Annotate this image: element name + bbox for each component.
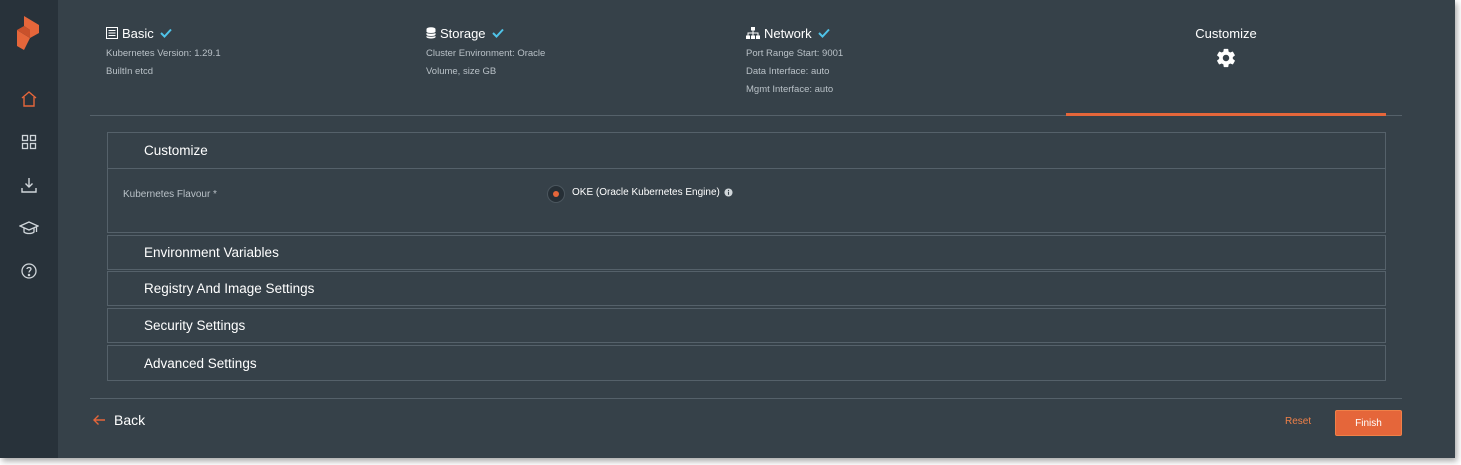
step-network-info: Data Interface: auto xyxy=(746,66,830,77)
reset-button[interactable]: Reset xyxy=(1285,416,1311,427)
home-icon[interactable] xyxy=(18,88,40,110)
step-network-title: Network xyxy=(764,25,812,41)
step-network-info: Mgmt Interface: auto xyxy=(746,84,834,95)
info-icon[interactable] xyxy=(724,188,733,197)
step-customize[interactable]: Customize xyxy=(1066,0,1386,116)
finish-button-label: Finish xyxy=(1355,417,1382,429)
app-logo xyxy=(17,16,39,50)
section-title: Security Settings xyxy=(144,318,246,333)
arrow-left-icon xyxy=(93,415,105,425)
oke-radio-option[interactable]: OKE (Oracle Kubernetes Engine) xyxy=(572,187,733,198)
help-circle-icon[interactable] xyxy=(18,260,40,282)
kubernetes-flavour-label: Kubernetes Flavour * xyxy=(123,189,217,200)
radio-selected-dot xyxy=(553,191,559,197)
oke-radio[interactable] xyxy=(547,185,565,203)
customize-panel: Customize Kubernetes Flavour * OKE (Orac… xyxy=(107,132,1386,233)
app-window: Basic Kubernetes Version: 1.29.1 BuiltIn… xyxy=(0,0,1455,458)
check-icon xyxy=(160,28,172,38)
list-icon xyxy=(106,27,118,39)
section-advanced-settings[interactable]: Advanced Settings xyxy=(107,345,1386,381)
step-storage-title: Storage xyxy=(440,25,486,41)
section-title: Advanced Settings xyxy=(144,355,257,371)
footer-divider xyxy=(90,398,1402,399)
step-basic-info: Kubernetes Version: 1.29.1 xyxy=(106,48,221,59)
customize-panel-title: Customize xyxy=(144,143,208,158)
download-icon[interactable] xyxy=(18,174,40,196)
step-network[interactable]: Network Port Range Start: 9001 Data Inte… xyxy=(746,24,843,99)
graduation-cap-icon[interactable] xyxy=(18,217,40,239)
step-basic-info: BuiltIn etcd xyxy=(106,66,153,77)
check-icon xyxy=(817,28,830,38)
customize-panel-header[interactable]: Customize xyxy=(108,133,1385,168)
sidebar xyxy=(0,0,58,458)
wizard-steps: Basic Kubernetes Version: 1.29.1 BuiltIn… xyxy=(90,0,1402,116)
step-network-info: Port Range Start: 9001 xyxy=(746,48,844,59)
section-security-settings[interactable]: Security Settings xyxy=(107,308,1386,343)
back-button-label: Back xyxy=(114,412,146,428)
customize-panel-body: Kubernetes Flavour * OKE (Oracle Kuberne… xyxy=(108,168,1385,232)
gear-icon xyxy=(1217,48,1235,68)
apps-grid-icon[interactable] xyxy=(18,131,40,153)
step-storage-info: Volume, size GB xyxy=(426,66,497,77)
network-icon xyxy=(746,27,760,39)
step-storage[interactable]: Storage Cluster Environment: Oracle Volu… xyxy=(426,24,545,81)
section-title: Environment Variables xyxy=(144,245,279,260)
finish-button[interactable]: Finish xyxy=(1335,410,1402,436)
step-basic-title: Basic xyxy=(122,25,154,41)
step-basic[interactable]: Basic Kubernetes Version: 1.29.1 BuiltIn… xyxy=(106,24,221,81)
back-button[interactable]: Back xyxy=(92,412,145,428)
check-icon xyxy=(491,28,504,38)
section-title: Registry And Image Settings xyxy=(144,281,315,296)
step-storage-info: Cluster Environment: Oracle xyxy=(426,48,546,59)
section-environment-variables[interactable]: Environment Variables xyxy=(107,235,1386,270)
database-icon xyxy=(426,27,436,39)
section-registry-image-settings[interactable]: Registry And Image Settings xyxy=(107,271,1386,306)
step-customize-title: Customize xyxy=(1195,25,1257,41)
oke-radio-label: OKE (Oracle Kubernetes Engine) xyxy=(572,187,720,198)
